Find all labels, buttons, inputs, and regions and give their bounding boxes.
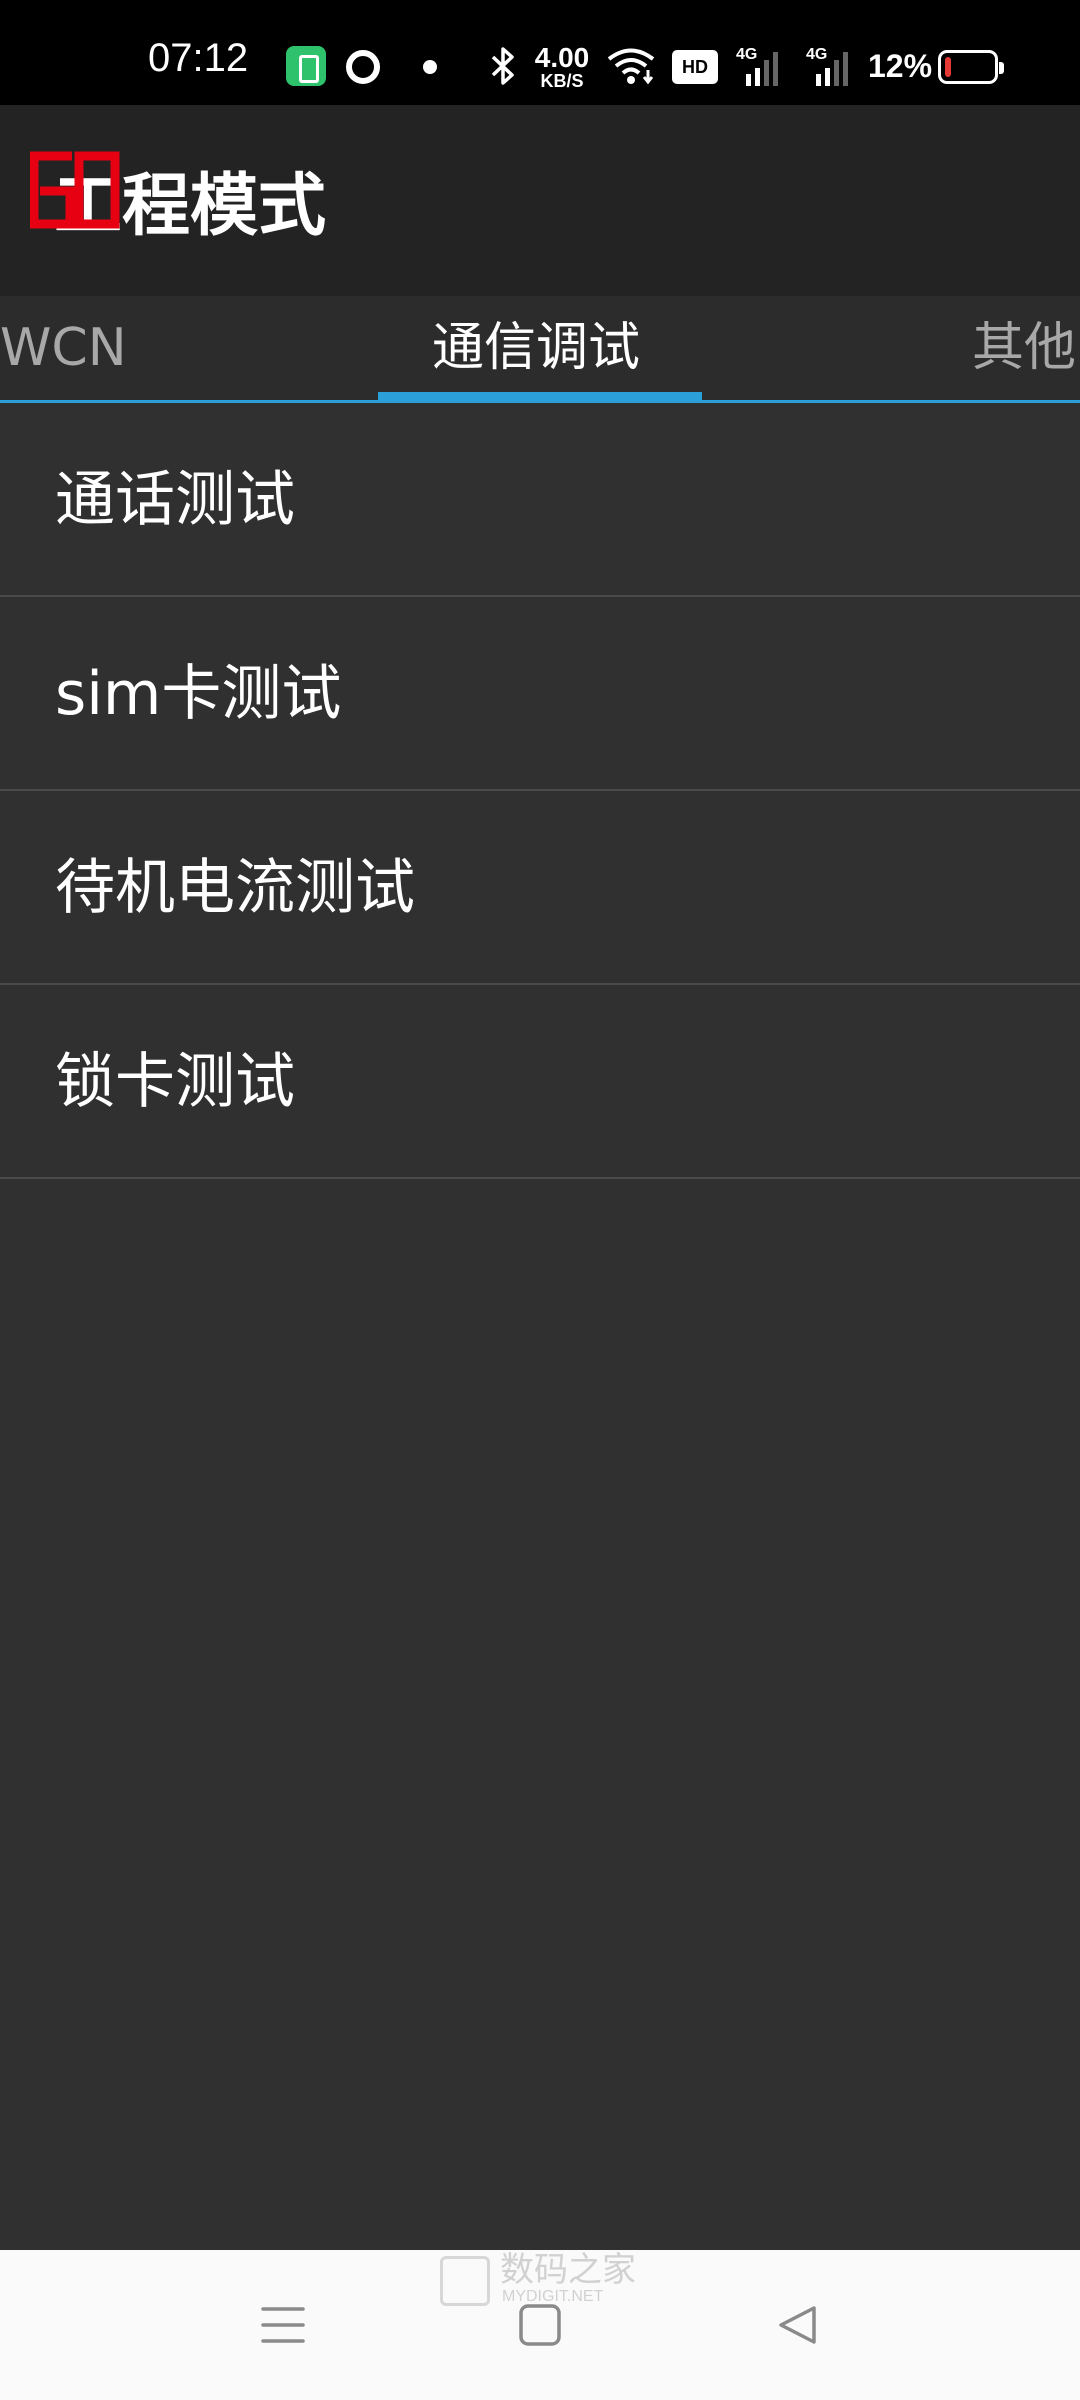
watermark-text: 数码之家 <box>500 2250 636 2290</box>
wifi-icon <box>606 46 656 90</box>
list-item-sim-lock-test[interactable]: 锁卡测试 <box>0 985 1080 1179</box>
notification-dot-icon <box>423 60 437 74</box>
tab-other[interactable]: 其他 <box>972 318 1076 378</box>
app-bar: 工程模式 <box>0 105 1080 296</box>
tab-selected-indicator <box>378 392 702 400</box>
network-speed-value: 4.00 <box>534 42 590 73</box>
tab-wcn[interactable]: WCN <box>0 318 127 378</box>
battery-percent: 12% <box>868 48 933 84</box>
list-item-sim-card-test[interactable]: sim卡测试 <box>0 597 1080 791</box>
network-speed-unit: KB/S <box>540 71 584 91</box>
bluetooth-icon <box>488 46 518 92</box>
list-item-label: 待机电流测试 <box>55 853 415 923</box>
battery-app-icon <box>286 46 326 86</box>
list-item-label: sim卡测试 <box>55 659 342 729</box>
battery-icon <box>938 50 1004 84</box>
hd-voice-icon: HD <box>672 50 718 84</box>
status-time: 07:12 <box>148 36 249 80</box>
sim2-signal-icon: 4G <box>806 46 852 86</box>
watermark: 数码之家 MYDIGIT.NET <box>440 2252 640 2308</box>
q-app-icon <box>346 50 380 84</box>
sim1-signal-icon: 4G <box>736 46 782 86</box>
list-item-label: 通话测试 <box>55 465 295 535</box>
tab-communication-debug[interactable]: 通信调试 <box>432 318 640 378</box>
home-icon[interactable] <box>516 2300 564 2354</box>
list-item-call-test[interactable]: 通话测试 <box>0 403 1080 597</box>
list-item-label: 锁卡测试 <box>55 1047 295 1117</box>
watermark-subtext: MYDIGIT.NET <box>502 2288 604 2305</box>
back-icon[interactable] <box>772 2300 822 2354</box>
status-bar: 07:12 4.00 KB/S HD 4G 4G 12% <box>0 0 1080 105</box>
tab-bar: WCN 通信调试 其他 <box>0 296 1080 403</box>
sim1-network-label: 4G <box>736 46 758 63</box>
test-list: 通话测试 sim卡测试 待机电流测试 锁卡测试 <box>0 403 1080 2250</box>
red-logo-icon <box>30 151 120 229</box>
menu-icon[interactable] <box>258 2300 308 2354</box>
sim2-network-label: 4G <box>806 46 828 63</box>
watermark-logo-icon <box>440 2256 490 2306</box>
list-item-standby-current-test[interactable]: 待机电流测试 <box>0 791 1080 985</box>
network-speed: 4.00 KB/S <box>530 42 594 91</box>
